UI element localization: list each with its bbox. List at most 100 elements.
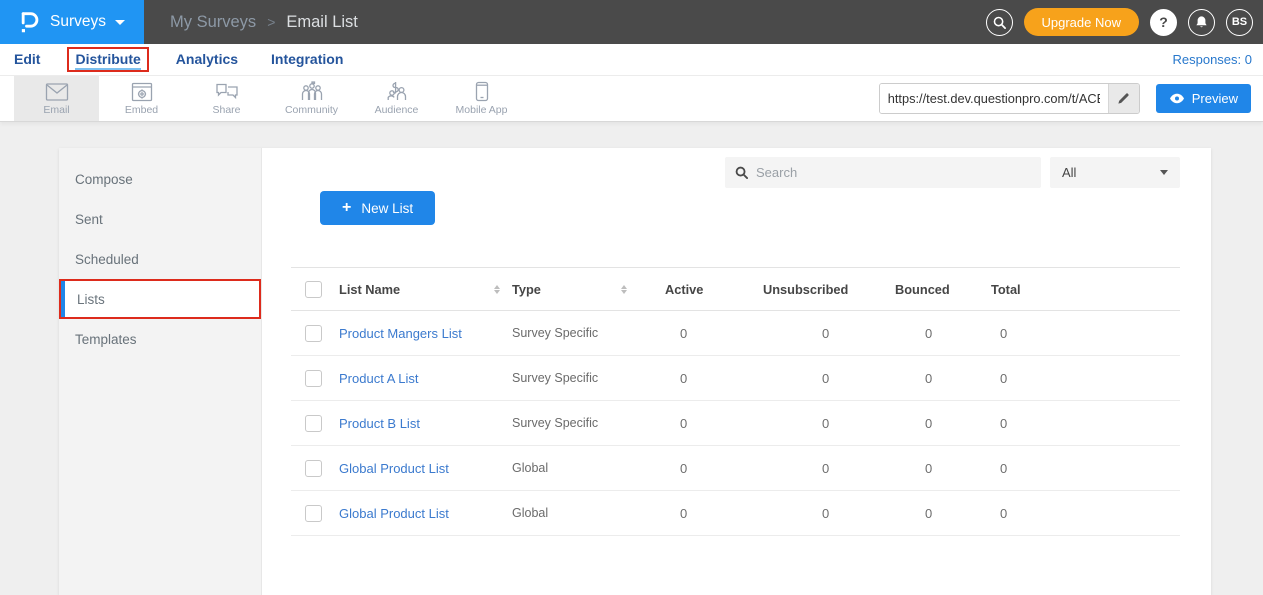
- survey-nav-tabs: Edit Distribute Analytics Integration Re…: [0, 44, 1263, 76]
- toolbar-item-label: Share: [212, 104, 240, 116]
- breadcrumb-current: Email List: [286, 13, 358, 32]
- bounced-count: 0: [891, 506, 981, 521]
- distribute-toolbar: Email Embed Share Community Audience Mob…: [0, 76, 1263, 122]
- checkbox-cell: [291, 505, 331, 522]
- sidebar-item-lists[interactable]: Lists: [59, 279, 261, 319]
- preview-button[interactable]: Preview: [1156, 84, 1251, 113]
- edit-url-button[interactable]: [1108, 84, 1139, 113]
- column-header-bounced: Bounced: [891, 282, 981, 297]
- tab-edit[interactable]: Edit: [14, 49, 40, 70]
- row-checkbox[interactable]: [305, 460, 322, 477]
- tab-integration[interactable]: Integration: [271, 49, 343, 70]
- active-count: 0: [633, 506, 741, 521]
- active-count: 0: [633, 416, 741, 431]
- toolbar-item-audience[interactable]: Audience: [354, 76, 439, 121]
- toolbar-item-email[interactable]: Email: [14, 76, 99, 121]
- breadcrumb-separator: >: [267, 14, 275, 30]
- questionpro-logo-icon: [19, 9, 39, 35]
- survey-url-input[interactable]: [880, 84, 1108, 113]
- toolbar-item-share[interactable]: Share: [184, 76, 269, 121]
- avatar[interactable]: BS: [1226, 9, 1253, 36]
- table-header-row: List Name Type Active Unsubscribed Bounc…: [291, 267, 1180, 311]
- total-count: 0: [981, 326, 1180, 341]
- toolbar-item-label: Mobile App: [456, 104, 508, 116]
- unsubscribed-count: 0: [741, 326, 891, 341]
- list-type: Survey Specific: [506, 416, 633, 430]
- toolbar-item-label: Community: [285, 104, 338, 116]
- toolbar-item-embed[interactable]: Embed: [99, 76, 184, 121]
- select-all-checkbox[interactable]: [305, 281, 322, 298]
- toolbar-right: Preview: [879, 76, 1263, 121]
- list-name-cell: Product Mangers List: [331, 326, 506, 341]
- sidebar-item-scheduled[interactable]: Scheduled: [59, 239, 261, 279]
- sort-icon: [621, 285, 627, 294]
- mobile-phone-icon: [475, 81, 489, 102]
- bounced-count: 0: [891, 416, 981, 431]
- active-count: 0: [633, 371, 741, 386]
- list-name-link[interactable]: Global Product List: [339, 461, 449, 476]
- column-label: Type: [512, 282, 541, 297]
- column-header-type[interactable]: Type: [506, 282, 633, 297]
- email-lists-card: Compose Sent Scheduled Lists Templates A…: [59, 148, 1211, 595]
- search-input[interactable]: [756, 165, 1031, 180]
- unsubscribed-count: 0: [741, 506, 891, 521]
- tab-analytics[interactable]: Analytics: [176, 49, 238, 70]
- list-name-cell: Global Product List: [331, 506, 506, 521]
- sidebar-item-compose[interactable]: Compose: [59, 159, 261, 199]
- unsubscribed-count: 0: [741, 461, 891, 476]
- column-header-total: Total: [981, 282, 1180, 297]
- breadcrumb: My Surveys > Email List: [170, 13, 358, 32]
- search-icon[interactable]: [986, 9, 1013, 36]
- responses-count[interactable]: Responses: 0: [1173, 52, 1263, 67]
- list-name-link[interactable]: Product Mangers List: [339, 326, 462, 341]
- list-name-cell: Product B List: [331, 416, 506, 431]
- filter-selected-value: All: [1062, 165, 1076, 180]
- eye-icon: [1169, 93, 1185, 104]
- sidebar-item-lists-label: Lists: [77, 292, 105, 307]
- select-all-cell: [291, 281, 331, 298]
- new-list-button[interactable]: + New List: [320, 191, 435, 225]
- sidebar-item-templates[interactable]: Templates: [59, 319, 261, 359]
- total-count: 0: [981, 371, 1180, 386]
- list-name-link[interactable]: Product B List: [339, 416, 420, 431]
- active-count: 0: [633, 326, 741, 341]
- plus-icon: +: [342, 200, 351, 216]
- column-header-unsubscribed: Unsubscribed: [741, 282, 891, 297]
- checkbox-cell: [291, 415, 331, 432]
- toolbar-item-community[interactable]: Community: [269, 76, 354, 121]
- list-type: Survey Specific: [506, 371, 633, 385]
- column-header-list-name[interactable]: List Name: [331, 282, 506, 297]
- tab-distribute-label: Distribute: [75, 51, 140, 70]
- breadcrumb-my-surveys[interactable]: My Surveys: [170, 13, 256, 32]
- tab-distribute[interactable]: Distribute: [67, 47, 148, 72]
- row-checkbox[interactable]: [305, 505, 322, 522]
- list-type: Global: [506, 506, 633, 520]
- list-name-link[interactable]: Global Product List: [339, 506, 449, 521]
- column-header-active: Active: [633, 282, 741, 297]
- email-sidebar: Compose Sent Scheduled Lists Templates: [59, 148, 262, 595]
- table-row: Product B List Survey Specific 0 0 0 0: [291, 401, 1180, 446]
- row-checkbox[interactable]: [305, 370, 322, 387]
- row-checkbox[interactable]: [305, 325, 322, 342]
- share-bubbles-icon: [215, 82, 239, 102]
- checkbox-cell: [291, 370, 331, 387]
- list-name-link[interactable]: Product A List: [339, 371, 419, 386]
- list-filter-dropdown[interactable]: All: [1050, 157, 1180, 188]
- row-checkbox[interactable]: [305, 415, 322, 432]
- list-name-cell: Product A List: [331, 371, 506, 386]
- toolbar-item-label: Audience: [375, 104, 419, 116]
- survey-url-group: [879, 83, 1140, 114]
- bell-icon[interactable]: [1188, 9, 1215, 36]
- product-switcher[interactable]: Surveys: [0, 0, 144, 44]
- toolbar-item-mobile-app[interactable]: Mobile App: [439, 76, 524, 121]
- search-icon: [735, 166, 748, 179]
- help-icon[interactable]: ?: [1150, 9, 1177, 36]
- sidebar-item-sent[interactable]: Sent: [59, 199, 261, 239]
- list-name-cell: Global Product List: [331, 461, 506, 476]
- lists-table: List Name Type Active Unsubscribed Bounc…: [291, 267, 1180, 536]
- active-count: 0: [633, 461, 741, 476]
- new-list-label: New List: [361, 201, 413, 216]
- active-indicator-bar: [61, 281, 65, 317]
- upgrade-now-button[interactable]: Upgrade Now: [1024, 8, 1140, 36]
- preview-label: Preview: [1192, 91, 1238, 106]
